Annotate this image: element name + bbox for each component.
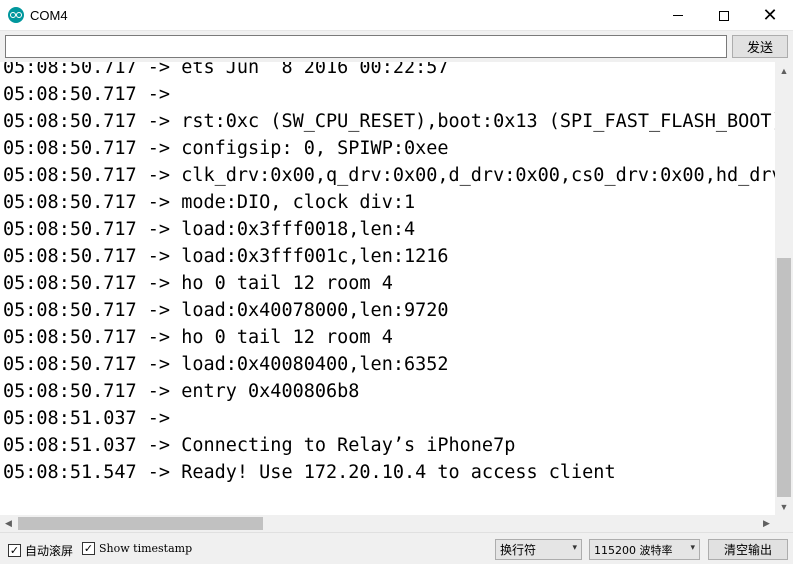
console-line: 05:08:50.717 -> clk_drv:0x00,q_drv:0x00,…	[3, 165, 775, 186]
minimize-button[interactable]	[655, 0, 701, 31]
console-line: 05:08:50.717 -> rst:0xc (SW_CPU_RESET),b…	[3, 111, 775, 132]
autoscroll-label: 自动滚屏	[25, 544, 74, 558]
chevron-down-icon: ▾	[572, 543, 577, 553]
window-title: COM4	[30, 8, 68, 23]
title-bar: COM4 ✕	[0, 0, 793, 31]
clear-output-button[interactable]: 清空输出	[708, 539, 788, 560]
scroll-right-icon[interactable]: ▶	[758, 515, 775, 532]
scroll-left-icon[interactable]: ◀	[0, 515, 17, 532]
line-ending-value: 换行符	[500, 543, 537, 557]
console-line: 05:08:50.717 -> load:0x3fff0018,len:4	[3, 219, 416, 240]
scroll-down-icon[interactable]: ▼	[775, 498, 793, 515]
timestamp-checkbox[interactable]: ✓ Show timestamp	[82, 542, 192, 555]
baud-rate-value: 115200 波特率	[594, 543, 673, 557]
timestamp-check-icon[interactable]: ✓	[82, 542, 95, 555]
output-lines: 05:08:50.717 -> ets Jun 8 2016 00:22:57 0…	[0, 62, 775, 492]
autoscroll-checkbox[interactable]: ✓ 自动滚屏	[8, 542, 73, 559]
console-line: 05:08:51.037 -> Connecting to Relay’s iP…	[3, 435, 516, 456]
console-line: 05:08:50.717 -> configsip: 0, SPIWP:0xee	[3, 138, 449, 159]
console-line: 05:08:50.717 ->	[3, 84, 171, 105]
horizontal-scrollbar[interactable]: ◀ ▶	[0, 515, 775, 532]
console-line: 05:08:50.717 -> entry 0x400806b8	[3, 381, 360, 402]
scroll-up-icon[interactable]: ▲	[775, 62, 793, 79]
console-line: 05:08:50.717 -> ho 0 tail 12 room 4	[3, 273, 393, 294]
serial-output[interactable]: 05:08:50.717 -> ets Jun 8 2016 00:22:57 0…	[0, 62, 775, 515]
maximize-icon	[719, 10, 729, 21]
status-bar: ✓ 自动滚屏 ✓ Show timestamp 换行符 ▾ 115200 波特率…	[0, 532, 793, 564]
chevron-down-icon: ▾	[690, 543, 695, 553]
line-ending-select[interactable]: 换行符 ▾	[495, 539, 582, 560]
send-input[interactable]	[5, 35, 727, 58]
vertical-scrollbar[interactable]: ▲ ▼	[775, 62, 793, 515]
arduino-icon	[8, 7, 24, 23]
console-line: 05:08:51.037 ->	[3, 408, 171, 429]
send-bar: 发送	[0, 31, 793, 62]
scroll-corner	[775, 515, 793, 532]
horizontal-scroll-thumb[interactable]	[18, 517, 263, 530]
vertical-scroll-thumb[interactable]	[777, 258, 791, 497]
autoscroll-check-icon[interactable]: ✓	[8, 544, 21, 557]
send-button[interactable]: 发送	[732, 35, 788, 58]
minimize-icon	[673, 15, 683, 16]
timestamp-label: Show timestamp	[99, 542, 193, 555]
console-line: 05:08:50.717 -> load:0x3fff001c,len:1216	[3, 246, 449, 267]
maximize-button[interactable]	[701, 0, 747, 31]
close-button[interactable]: ✕	[747, 0, 793, 31]
close-icon: ✕	[762, 4, 778, 26]
console-line: 05:08:50.717 -> ho 0 tail 12 room 4	[3, 327, 393, 348]
baud-rate-select[interactable]: 115200 波特率 ▾	[589, 539, 700, 560]
console-line: 05:08:50.717 -> load:0x40080400,len:6352	[3, 354, 449, 375]
console-line: 05:08:50.717 -> load:0x40078000,len:9720	[3, 300, 449, 321]
console-line: 05:08:50.717 -> mode:DIO, clock div:1	[3, 192, 416, 213]
console-line: 05:08:51.547 -> Ready! Use 172.20.10.4 t…	[3, 462, 616, 483]
